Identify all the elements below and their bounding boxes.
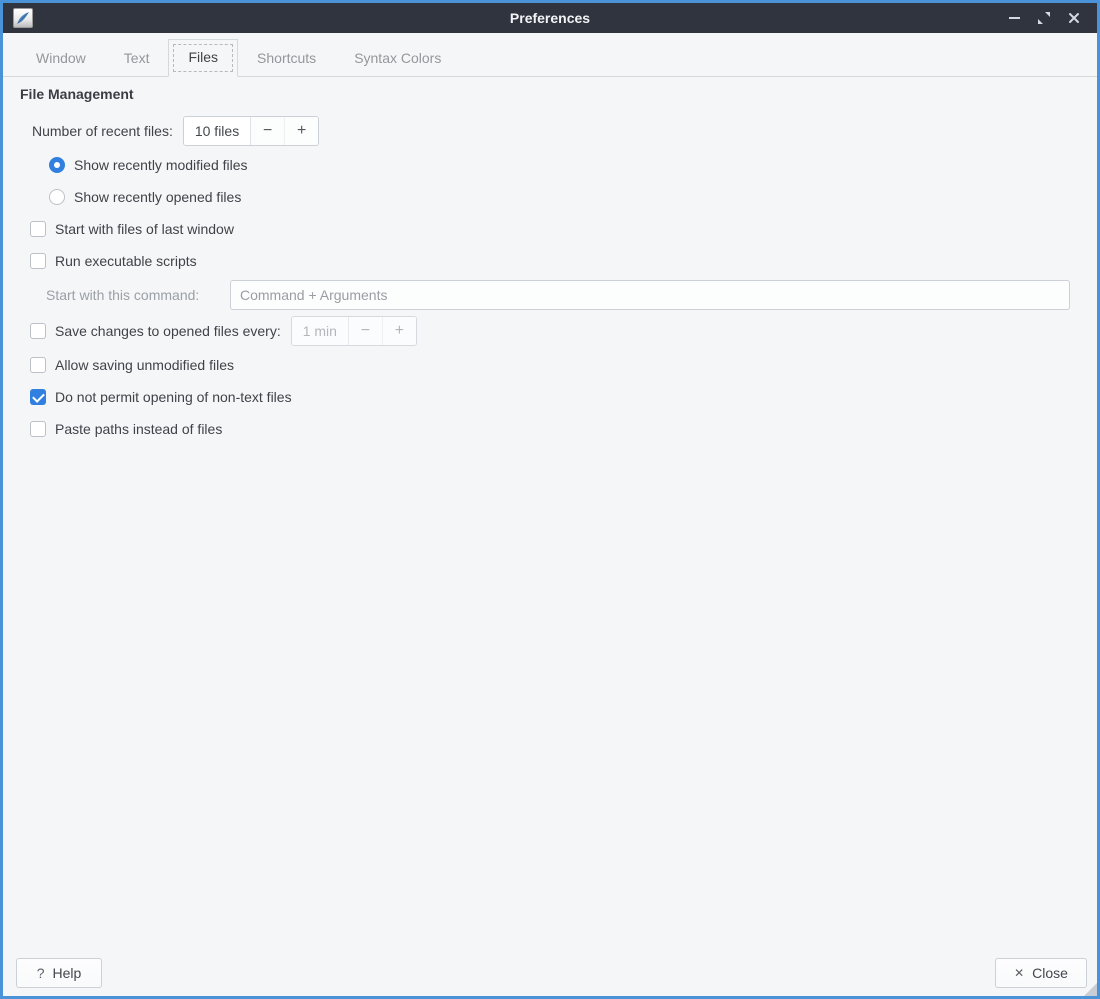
checkbox-no-non-text-files[interactable]: Do not permit opening of non-text files bbox=[30, 381, 292, 413]
autosave-spinbutton: 1 min − + bbox=[291, 316, 417, 346]
checkbox-run-executable-scripts[interactable]: Run executable scripts bbox=[30, 245, 197, 277]
checkbox-label: Paste paths instead of files bbox=[55, 421, 222, 437]
tab-text[interactable]: Text bbox=[105, 41, 169, 77]
checkbox-icon bbox=[30, 323, 46, 339]
radio-dot bbox=[54, 162, 60, 168]
recent-files-value[interactable]: 10 files bbox=[184, 117, 251, 145]
autosave-decrement-button: − bbox=[349, 317, 382, 345]
recent-files-row: Number of recent files: 10 files − + bbox=[32, 115, 319, 147]
tab-label: Syntax Colors bbox=[354, 50, 441, 66]
radio-icon bbox=[49, 157, 65, 173]
window-title: Preferences bbox=[3, 10, 1097, 26]
close-icon bbox=[1068, 12, 1080, 24]
autosave-value: 1 min bbox=[292, 317, 349, 345]
tab-syntax-colors[interactable]: Syntax Colors bbox=[335, 41, 460, 77]
checkbox-start-with-last-window[interactable]: Start with files of last window bbox=[30, 213, 234, 245]
tab-window[interactable]: Window bbox=[17, 41, 105, 77]
command-row: Start with this command: bbox=[46, 279, 199, 311]
checkbox-icon bbox=[30, 421, 46, 437]
resize-grip[interactable] bbox=[1084, 983, 1097, 996]
close-button[interactable]: ✕ Close bbox=[995, 958, 1087, 988]
checkbox-autosave[interactable]: Save changes to opened files every: 1 mi… bbox=[30, 315, 417, 347]
preferences-window: Preferences Window Text Files bbox=[0, 0, 1100, 999]
checkbox-label: Start with files of last window bbox=[55, 221, 234, 237]
checkbox-label: Allow saving unmodified files bbox=[55, 357, 234, 373]
checkbox-label: Run executable scripts bbox=[55, 253, 197, 269]
check-icon bbox=[32, 390, 45, 403]
tab-label: Text bbox=[124, 50, 150, 66]
tab-label: Shortcuts bbox=[257, 50, 316, 66]
help-icon: ? bbox=[37, 965, 45, 981]
help-button[interactable]: ? Help bbox=[16, 958, 102, 988]
radio-label: Show recently opened files bbox=[74, 189, 241, 205]
recent-files-label: Number of recent files: bbox=[32, 123, 173, 139]
recent-files-increment-button[interactable]: + bbox=[284, 117, 318, 145]
minimize-button[interactable] bbox=[999, 3, 1029, 33]
close-window-button[interactable] bbox=[1059, 3, 1089, 33]
tab-label: Files bbox=[188, 49, 218, 65]
command-input bbox=[230, 280, 1070, 310]
tab-label: Window bbox=[36, 50, 86, 66]
section-title: File Management bbox=[20, 86, 134, 102]
titlebar: Preferences bbox=[3, 3, 1097, 33]
minimize-icon bbox=[1009, 17, 1020, 19]
checkbox-icon bbox=[30, 221, 46, 237]
checkbox-allow-saving-unmodified[interactable]: Allow saving unmodified files bbox=[30, 349, 234, 381]
window-controls bbox=[999, 3, 1089, 33]
app-icon bbox=[13, 8, 33, 28]
checkbox-icon bbox=[30, 253, 46, 269]
restore-icon bbox=[1037, 11, 1051, 25]
command-label: Start with this command: bbox=[46, 287, 199, 303]
radio-recently-modified[interactable]: Show recently modified files bbox=[49, 149, 248, 181]
close-button-icon: ✕ bbox=[1014, 966, 1024, 980]
help-button-label: Help bbox=[53, 965, 82, 981]
tab-files[interactable]: Files bbox=[168, 39, 238, 77]
checkbox-icon bbox=[30, 389, 46, 405]
autosave-increment-button: + bbox=[382, 317, 416, 345]
close-button-label: Close bbox=[1032, 965, 1068, 981]
radio-icon bbox=[49, 189, 65, 205]
radio-recently-opened[interactable]: Show recently opened files bbox=[49, 181, 241, 213]
checkbox-label: Do not permit opening of non-text files bbox=[55, 389, 292, 405]
radio-label: Show recently modified files bbox=[74, 157, 248, 173]
recent-files-spinbutton: 10 files − + bbox=[183, 116, 319, 146]
checkbox-paste-paths[interactable]: Paste paths instead of files bbox=[30, 413, 222, 445]
feather-icon bbox=[16, 11, 30, 25]
recent-files-decrement-button[interactable]: − bbox=[251, 117, 284, 145]
tab-bar: Window Text Files Shortcuts Syntax Color… bbox=[3, 33, 1097, 77]
checkbox-icon bbox=[30, 357, 46, 373]
tab-shortcuts[interactable]: Shortcuts bbox=[238, 41, 335, 77]
restore-button[interactable] bbox=[1029, 3, 1059, 33]
checkbox-label: Save changes to opened files every: bbox=[55, 323, 281, 339]
